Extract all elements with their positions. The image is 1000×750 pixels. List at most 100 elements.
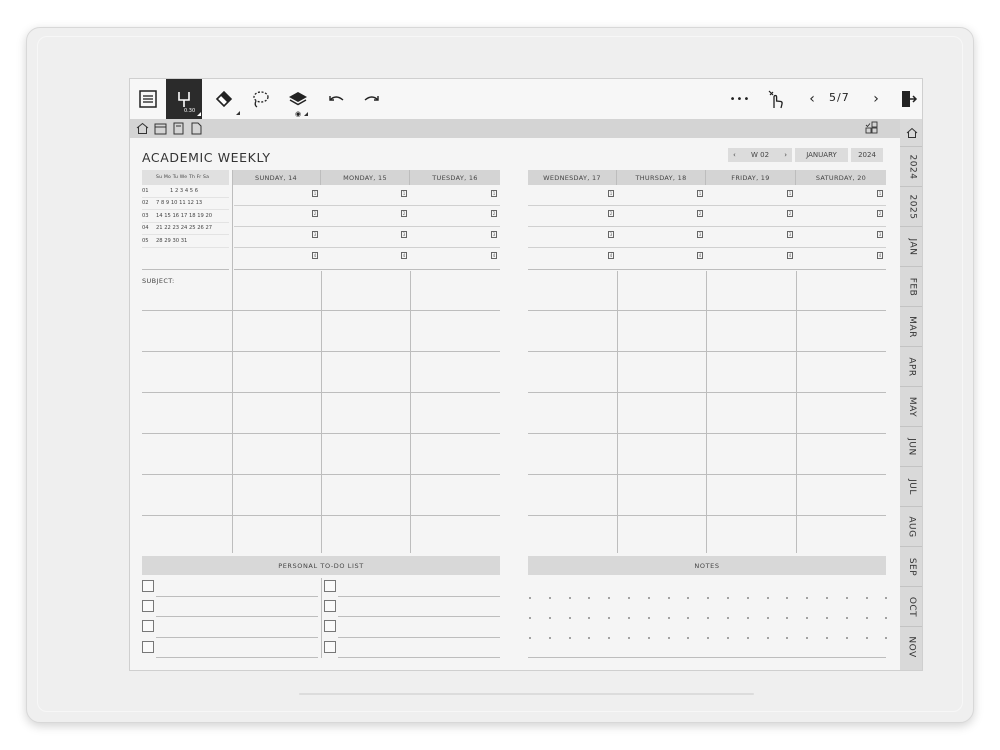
page-icon[interactable] xyxy=(189,121,204,136)
side-tab[interactable]: FEB xyxy=(900,267,922,307)
page-indicator[interactable]: 5/7 xyxy=(829,91,850,104)
lasso-button[interactable] xyxy=(242,79,278,119)
todo-checkbox[interactable] xyxy=(142,620,154,632)
more-options-button[interactable]: ••• xyxy=(722,79,758,119)
day-header[interactable]: SUNDAY, 14 xyxy=(232,170,321,185)
redo-icon xyxy=(364,96,379,101)
todo-checkbox[interactable] xyxy=(324,620,336,632)
period-icon[interactable]: 3 xyxy=(877,231,883,238)
side-tab[interactable]: SEP xyxy=(900,547,922,587)
redo-button[interactable] xyxy=(354,79,390,119)
side-tab[interactable]: NOV xyxy=(900,627,922,667)
undo-button[interactable] xyxy=(318,79,354,119)
touch-hand-icon xyxy=(768,90,783,109)
period-icon[interactable]: 3 xyxy=(312,231,318,238)
period-icon[interactable]: 2 xyxy=(491,210,497,217)
notes-dot xyxy=(767,637,769,639)
notes-dot xyxy=(668,637,670,639)
day-header[interactable]: TUESDAY, 16 xyxy=(410,170,500,185)
period-icon[interactable]: 2 xyxy=(787,210,793,217)
mini-calendar-row[interactable]: 05 28 29 30 31 xyxy=(142,235,229,248)
month-link[interactable]: JANUARY xyxy=(795,148,848,162)
exit-button[interactable] xyxy=(890,79,922,119)
notes-dot xyxy=(786,617,788,619)
day-header[interactable]: FRIDAY, 19 xyxy=(706,170,796,185)
prev-page-button[interactable]: ‹ xyxy=(794,79,830,119)
side-tab[interactable]: JUN xyxy=(900,427,922,467)
period-icon[interactable]: 2 xyxy=(312,210,318,217)
page-subbar xyxy=(130,119,922,138)
chevron-left-icon: ‹ xyxy=(809,91,815,107)
todo-checkbox[interactable] xyxy=(324,580,336,592)
day-header[interactable]: THURSDAY, 18 xyxy=(617,170,706,185)
notes-dot xyxy=(608,597,610,599)
period-icon[interactable]: 1 xyxy=(401,190,407,197)
todo-checkbox[interactable] xyxy=(142,600,154,612)
side-tab[interactable]: JAN xyxy=(900,227,922,267)
pen-tool-button[interactable]: 0.30 xyxy=(166,79,202,119)
chevron-right-icon[interactable]: › xyxy=(784,151,787,159)
side-tab[interactable]: JUL xyxy=(900,467,922,507)
period-icon[interactable]: 1 xyxy=(787,190,793,197)
period-icon[interactable]: 4 xyxy=(877,252,883,259)
period-icon[interactable]: 2 xyxy=(608,210,614,217)
day-header[interactable]: SATURDAY, 20 xyxy=(796,170,886,185)
period-icon[interactable]: 2 xyxy=(401,210,407,217)
period-icon[interactable]: 1 xyxy=(312,190,318,197)
side-tab[interactable]: OCT xyxy=(900,587,922,627)
day-header[interactable]: WEDNESDAY, 17 xyxy=(528,170,617,185)
mini-calendar-row[interactable]: 01 1 2 3 4 5 6 xyxy=(142,185,229,198)
home-icon[interactable] xyxy=(135,121,150,136)
calendar-icon[interactable] xyxy=(153,121,168,136)
next-page-button[interactable]: › xyxy=(858,79,894,119)
chevron-left-icon[interactable]: ‹ xyxy=(733,151,736,159)
mini-calendar-row[interactable]: 04 21 22 23 24 25 26 27 xyxy=(142,223,229,235)
notebook-icon[interactable] xyxy=(171,121,186,136)
period-icon[interactable]: 4 xyxy=(787,252,793,259)
side-tab[interactable]: 2024 xyxy=(900,147,922,187)
day-header[interactable]: MONDAY, 15 xyxy=(321,170,410,185)
period-icon[interactable]: 2 xyxy=(877,210,883,217)
mini-calendar-row[interactable]: 02 7 8 9 10 11 12 13 xyxy=(142,198,229,210)
notes-dot xyxy=(529,597,531,599)
period-icon[interactable]: 4 xyxy=(312,252,318,259)
notes-dot xyxy=(885,617,887,619)
toc-button[interactable] xyxy=(130,79,166,119)
side-tab[interactable]: MAR xyxy=(900,307,922,347)
period-icon[interactable]: 3 xyxy=(401,231,407,238)
period-icon[interactable]: 1 xyxy=(697,190,703,197)
week-selector[interactable]: ‹ W 02 › xyxy=(728,148,792,162)
notes-dot xyxy=(707,597,709,599)
period-icon[interactable]: 4 xyxy=(491,252,497,259)
layers-button[interactable]: ◉ xyxy=(280,79,316,119)
side-tab[interactable]: APR xyxy=(900,347,922,387)
mini-calendar: Su Mo Tu We Th Fr Sa 01 1 2 3 4 5 6 02 7 8… xyxy=(142,170,229,248)
side-tab[interactable]: 2025 xyxy=(900,187,922,227)
period-icon[interactable]: 1 xyxy=(877,190,883,197)
notes-dot xyxy=(549,637,551,639)
side-tab-home[interactable] xyxy=(900,119,922,147)
todo-checkbox[interactable] xyxy=(324,600,336,612)
checklist-grid-icon[interactable] xyxy=(864,121,879,136)
period-icon[interactable]: 3 xyxy=(608,231,614,238)
todo-checkbox[interactable] xyxy=(324,641,336,653)
period-icon[interactable]: 3 xyxy=(787,231,793,238)
period-icon[interactable]: 1 xyxy=(608,190,614,197)
period-icon[interactable]: 1 xyxy=(491,190,497,197)
year-link[interactable]: 2024 xyxy=(851,148,883,162)
eraser-button[interactable] xyxy=(206,79,242,119)
side-tab[interactable]: MAY xyxy=(900,387,922,427)
touch-toggle-button[interactable] xyxy=(758,79,794,119)
period-icon[interactable]: 4 xyxy=(697,252,703,259)
period-icon[interactable]: 3 xyxy=(697,231,703,238)
mini-calendar-row[interactable]: 03 14 15 16 17 18 19 20 xyxy=(142,210,229,223)
period-icon[interactable]: 4 xyxy=(401,252,407,259)
todo-checkbox[interactable] xyxy=(142,641,154,653)
period-icon[interactable]: 4 xyxy=(608,252,614,259)
side-tab[interactable]: AUG xyxy=(900,507,922,547)
eraser-icon xyxy=(215,90,233,108)
todo-checkbox[interactable] xyxy=(142,580,154,592)
mini-calendar-header: Su Mo Tu We Th Fr Sa xyxy=(142,170,229,185)
period-icon[interactable]: 3 xyxy=(491,231,497,238)
period-icon[interactable]: 2 xyxy=(697,210,703,217)
